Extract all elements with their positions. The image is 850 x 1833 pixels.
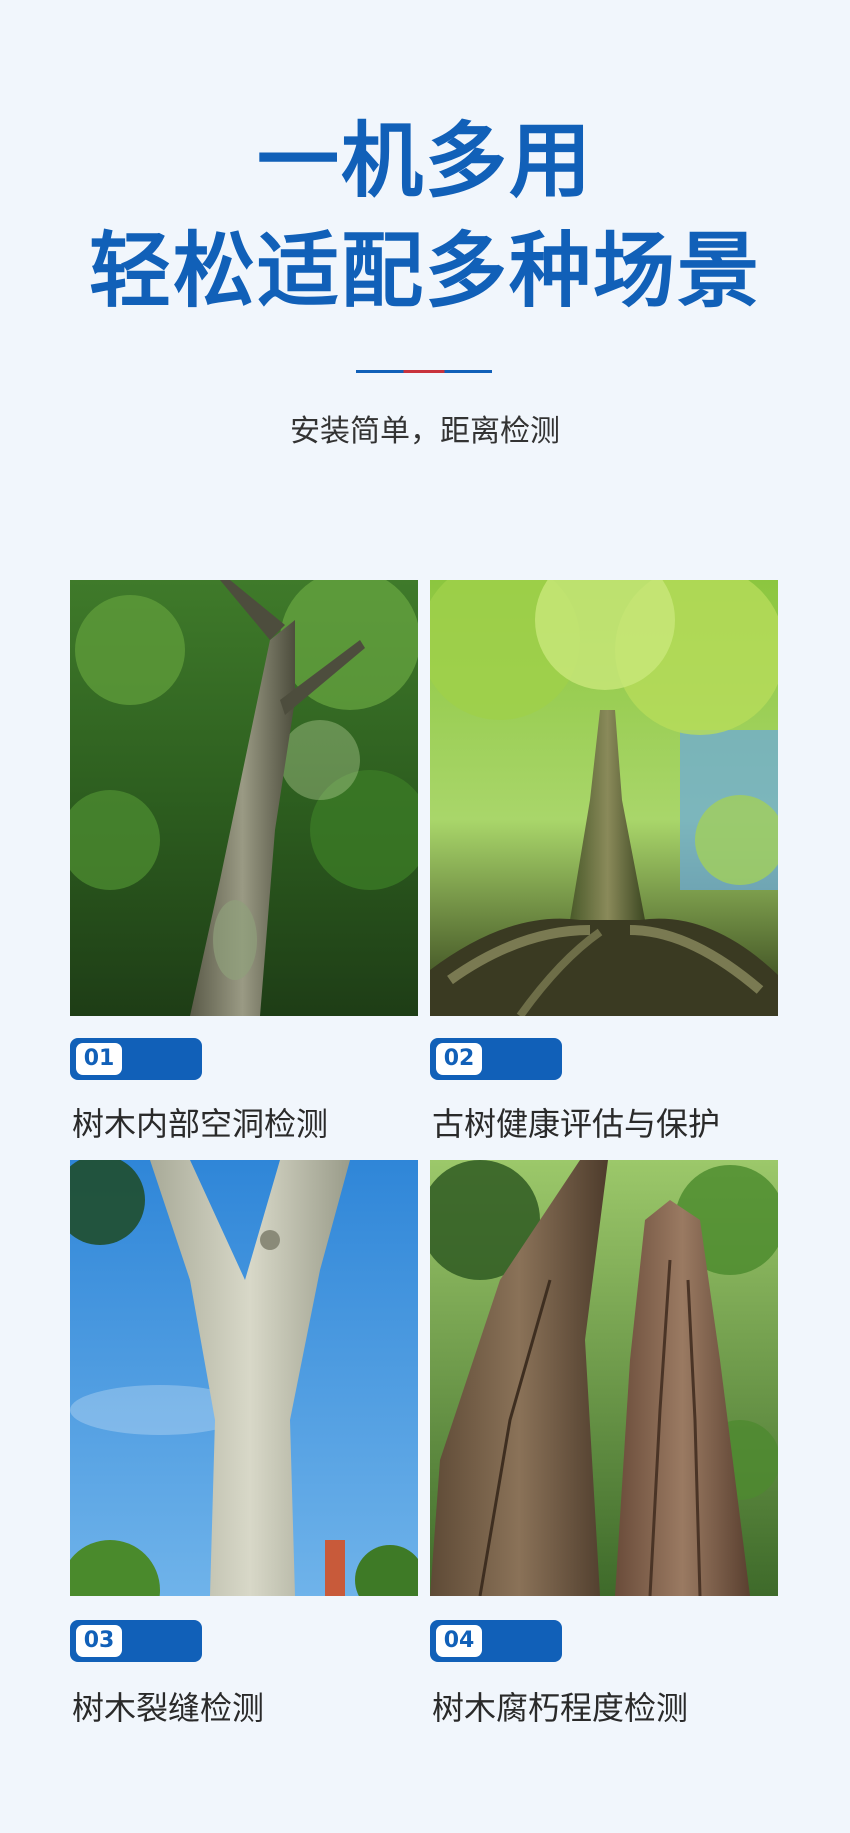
scene-number-badge: 01 bbox=[70, 1038, 202, 1080]
scene-number: 04 bbox=[436, 1625, 482, 1657]
decayed-twin-trunks-photo bbox=[430, 1160, 778, 1596]
ancient-tree-roots-photo bbox=[430, 580, 778, 1016]
subtitle: 安装简单，距离检测 bbox=[290, 414, 560, 449]
title-line-1: 一机多用 bbox=[256, 114, 593, 209]
title-divider bbox=[356, 370, 492, 373]
scene-number-badge: 03 bbox=[70, 1620, 202, 1662]
pale-tree-trunk-sky-photo bbox=[70, 1160, 418, 1596]
scene-caption: 树木内部空洞检测 bbox=[72, 1105, 329, 1143]
title-line-2: 轻松适配多种场景 bbox=[88, 224, 761, 319]
scene-number: 02 bbox=[436, 1043, 482, 1075]
mossy-tree-trunk-photo bbox=[70, 580, 418, 1016]
scene-caption: 树木腐朽程度检测 bbox=[432, 1689, 689, 1727]
scene-caption: 树木裂缝检测 bbox=[72, 1689, 265, 1727]
scene-number: 03 bbox=[76, 1625, 122, 1657]
scene-number: 01 bbox=[76, 1043, 122, 1075]
scene-number-badge: 04 bbox=[430, 1620, 562, 1662]
scene-number-badge: 02 bbox=[430, 1038, 562, 1080]
scene-caption: 古树健康评估与保护 bbox=[432, 1105, 721, 1143]
